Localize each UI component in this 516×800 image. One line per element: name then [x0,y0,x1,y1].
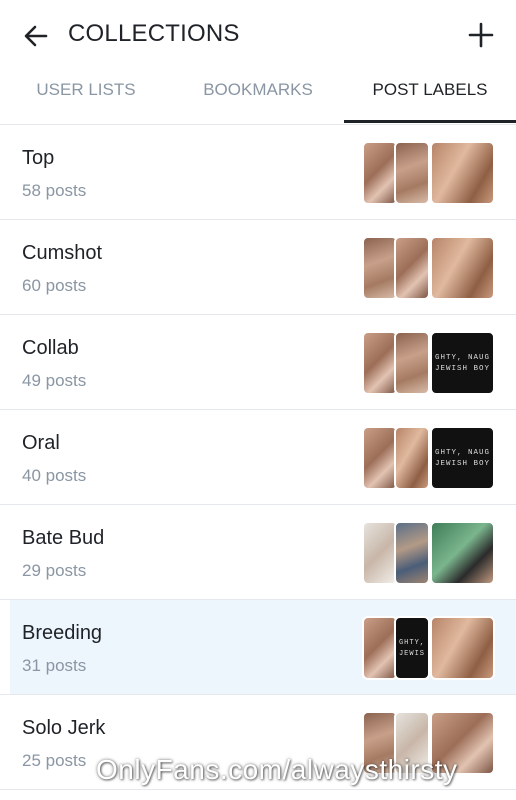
collection-row-oral[interactable]: Oral 40 posts GHTY, NAUG JEWISH BOY [0,410,516,505]
page-title: COLLECTIONS [68,20,240,47]
tab-bar: USER LISTS BOOKMARKS POST LABELS [0,68,516,125]
arrow-left-icon[interactable] [22,22,50,50]
thumbnail-caption: JEWISH BOY [434,365,490,373]
thumbnail-caption: GHTY, NAUG [434,354,490,362]
thumbnail-image [430,236,495,300]
thumbnail-image [394,331,430,395]
thumbnail-caption: JEWISH BOY [434,460,490,468]
thumbnail-caption: GHTY, [398,639,425,647]
collection-row-collab[interactable]: Collab 49 posts GHTY, NAUG JEWISH BOY [0,315,516,410]
thumbnail-stack [362,236,495,300]
thumbnail-image [362,141,398,205]
active-tab-indicator [344,120,516,123]
collection-name: Breeding [22,622,103,644]
thumbnail-image [362,426,398,490]
collections-list: Top 58 posts Cumshot 60 posts Collab 49 … [0,125,516,790]
watermark-text: OnlyFans.com/alwaysthirsty [96,754,458,785]
thumbnail-image [362,236,398,300]
collection-count: 58 posts [22,181,87,200]
thumbnail-image [430,141,495,205]
thumbnail-stack: GHTY, NAUG JEWISH BOY [362,426,495,490]
thumbnail-stack: GHTY, JEWIS [362,616,495,680]
thumbnail-image [430,616,495,680]
collection-name: Top [22,147,55,169]
tab-user-lists[interactable]: USER LISTS [0,68,172,124]
thumbnail-stack [362,141,495,205]
collection-name: Cumshot [22,242,103,264]
thumbnail-stack [362,521,495,585]
collection-count: 60 posts [22,276,87,295]
thumbnail-image [394,521,430,585]
thumbnail-image [362,616,398,680]
thumbnail-image [362,331,398,395]
tab-bookmarks[interactable]: BOOKMARKS [172,68,344,124]
collection-row-bate-bud[interactable]: Bate Bud 29 posts [0,505,516,600]
thumbnail-image [394,141,430,205]
thumbnail-image [394,426,430,490]
thumbnail-text-card: GHTY, NAUG JEWISH BOY [430,331,495,395]
collection-name: Oral [22,432,60,454]
plus-icon[interactable] [466,20,496,50]
app-header: COLLECTIONS [0,0,516,68]
collection-name: Collab [22,337,79,359]
collection-count: 29 posts [22,561,87,580]
collection-count: 31 posts [22,656,87,675]
thumbnail-image [362,521,398,585]
collection-row-top[interactable]: Top 58 posts [0,125,516,220]
thumbnail-stack: GHTY, NAUG JEWISH BOY [362,331,495,395]
thumbnail-image [394,236,430,300]
collection-row-breeding[interactable]: Breeding 31 posts GHTY, JEWIS [0,600,516,695]
thumbnail-text-card: GHTY, JEWIS [394,616,430,680]
collection-count: 40 posts [22,466,87,485]
collection-count: 25 posts [22,751,87,770]
collection-count: 49 posts [22,371,87,390]
thumbnail-text-card: GHTY, NAUG JEWISH BOY [430,426,495,490]
thumbnail-caption: JEWIS [398,650,425,658]
thumbnail-caption: GHTY, NAUG [434,449,490,457]
collection-name: Solo Jerk [22,717,106,739]
collection-row-cumshot[interactable]: Cumshot 60 posts [0,220,516,315]
thumbnail-image [430,521,495,585]
collection-name: Bate Bud [22,527,105,549]
tab-post-labels[interactable]: POST LABELS [344,68,516,124]
